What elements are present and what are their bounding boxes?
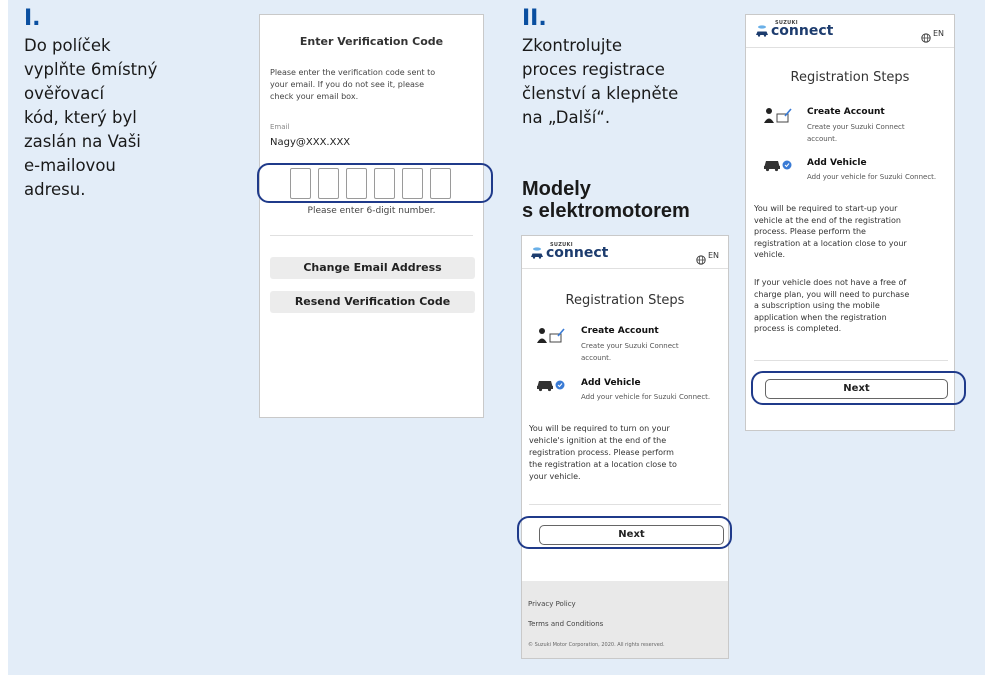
car-logo-icon <box>755 23 769 42</box>
person-card-icon <box>536 327 566 349</box>
person-card-icon <box>763 107 793 129</box>
instruction-panel: I. Do políček vyplňte 6místný ověřovací kód… <box>8 0 985 675</box>
divider <box>529 504 721 505</box>
subscription-notice: If your vehicle does not have a free of c… <box>754 278 910 333</box>
verification-phone-screen: Enter Verification Code Please enter the… <box>259 14 484 418</box>
brand-logo-text: connect <box>546 245 609 261</box>
divider <box>270 235 473 236</box>
privacy-policy-link[interactable]: Privacy Policy <box>528 600 576 608</box>
car-logo-icon <box>530 245 544 264</box>
email-value: Nagy@XXX.XXX <box>270 137 351 148</box>
terms-link[interactable]: Terms and Conditions <box>528 620 603 628</box>
email-label: Email <box>270 123 290 131</box>
std-registration-phone-screen: SUZUKI connect EN Registration Steps Cre… <box>745 14 955 431</box>
add-vehicle-title: Add Vehicle <box>807 158 867 168</box>
registration-title: Registration Steps <box>790 70 910 85</box>
create-account-title: Create Account <box>807 107 885 117</box>
language-selector[interactable]: EN <box>933 29 944 38</box>
globe-icon[interactable] <box>696 250 706 269</box>
registration-title: Registration Steps <box>565 293 685 308</box>
ev-next-highlight <box>517 516 732 549</box>
copyright: © Suzuki Motor Corporation, 2020. All ri… <box>528 642 665 648</box>
footer: Privacy Policy Terms and Conditions © Su… <box>522 581 728 658</box>
globe-icon[interactable] <box>921 28 931 47</box>
digit-hint: Please enter 6-digit number. <box>307 206 436 216</box>
ev-registration-phone-screen: SUZUKI connect EN Registration Steps Cre… <box>521 235 729 659</box>
code-input-highlight <box>257 163 493 203</box>
step-number-2: II. <box>522 6 547 31</box>
verification-title: Enter Verification Code <box>299 35 444 48</box>
add-vehicle-desc: Add your vehicle for Suzuki Connect. <box>581 393 711 401</box>
header-divider <box>522 268 728 269</box>
change-email-button[interactable]: Change Email Address <box>270 257 475 279</box>
car-check-icon <box>763 156 793 176</box>
add-vehicle-title: Add Vehicle <box>581 378 641 388</box>
step-2-description: Zkontrolujte proces registrace členství a … <box>522 36 679 127</box>
startup-notice: You will be required to start-up your veh… <box>754 204 907 259</box>
add-vehicle-desc: Add your vehicle for Suzuki Connect. <box>807 173 937 181</box>
step-1-description: Do políček vyplňte 6místný ověřovací kód, k… <box>24 36 158 199</box>
car-check-icon <box>536 376 566 396</box>
resend-code-button[interactable]: Resend Verification Code <box>270 291 475 313</box>
language-selector[interactable]: EN <box>708 251 719 260</box>
divider <box>754 360 948 361</box>
ev-models-heading: Modely s elektromotorem <box>522 178 690 222</box>
create-account-desc: Create your Suzuki Connect account. <box>581 342 679 362</box>
ignition-notice: You will be required to turn on your vehi… <box>529 424 677 481</box>
create-account-title: Create Account <box>581 326 659 336</box>
verification-instructions: Please enter the verification code sent … <box>270 68 436 101</box>
header-divider <box>746 47 954 48</box>
create-account-desc: Create your Suzuki Connect account. <box>807 123 905 143</box>
step-number-1: I. <box>24 6 41 31</box>
brand-logo-text: connect <box>771 23 834 39</box>
std-next-highlight <box>751 371 966 405</box>
